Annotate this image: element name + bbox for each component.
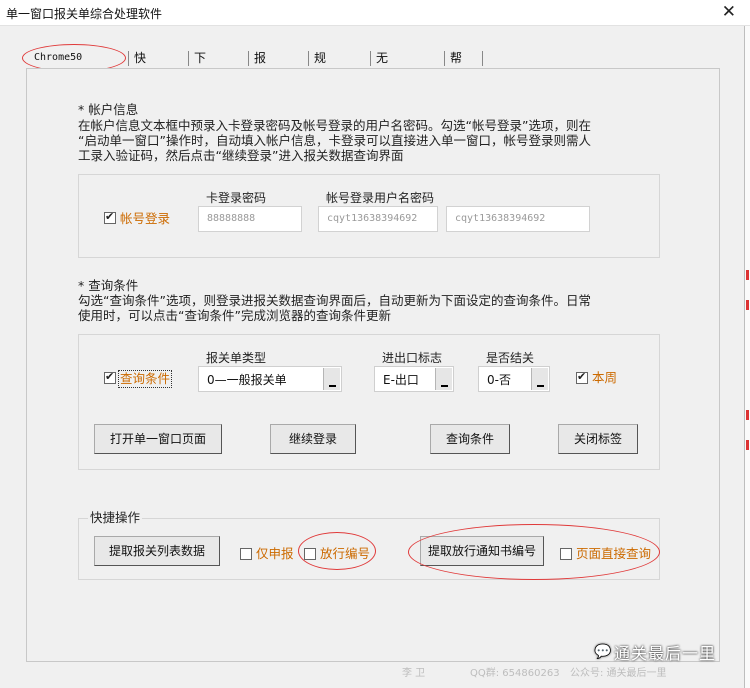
tab-paperless[interactable]: 无纸化处理 <box>374 48 390 145</box>
query-desc-line1: 勾选“查询条件”选项，则登录进报关数据查询界面后，自动更新为下面设定的查询条件。… <box>78 293 591 308</box>
query-condition-checkbox-label: 查询条件 <box>118 370 173 388</box>
tab-divider <box>308 51 309 66</box>
tab-divider <box>370 51 371 66</box>
edge-mark <box>746 410 749 420</box>
query-desc-line2: 使用时，可以点击“查询条件”完成浏览器的查询条件更新 <box>78 308 391 323</box>
customs-closed-value: 0-否 <box>487 373 511 387</box>
continue-login-button[interactable]: 继续登录 <box>270 424 356 454</box>
annotation-circle <box>408 524 660 580</box>
tab-divider <box>482 51 483 66</box>
footer-qq: QQ群: 654860263 <box>470 668 560 679</box>
card-password-field[interactable]: 88888888 <box>198 206 302 232</box>
right-edge <box>744 26 750 688</box>
wechat-icon: 💬 <box>594 644 612 660</box>
this-week-checkbox[interactable] <box>576 370 588 384</box>
tab-declare-status[interactable]: 报关状态 <box>252 48 268 125</box>
watermark: 通关最后一里 <box>614 644 717 663</box>
card-password-label: 卡登录密码 <box>206 191 267 205</box>
tab-divider <box>128 51 129 66</box>
only-declare-checkbox[interactable] <box>240 548 252 560</box>
tab-divider <box>188 51 189 66</box>
account-desc-line1: 在帐户信息文本框中预录入卡登录密码及帐号登录的用户名密码。勾选“帐号登录”选项，… <box>78 118 591 133</box>
this-week-label: 本周 <box>592 370 618 385</box>
close-icon[interactable]: ✕ <box>722 2 736 22</box>
extract-list-button[interactable]: 提取报关列表数据 <box>94 536 220 566</box>
tab-divider <box>444 51 445 66</box>
only-declare-label: 仅申报 <box>256 546 294 561</box>
tab-standard-declare[interactable]: 规范申报 <box>312 48 328 125</box>
query-heading: * 查询条件 <box>78 278 139 293</box>
account-login-checkbox[interactable] <box>104 210 116 224</box>
account-desc-line3: 工录入验证码，然后点击“继续登录”进入报关数据查询界面 <box>78 148 404 163</box>
customs-closed-select[interactable]: 0-否 <box>478 366 550 392</box>
import-export-select[interactable]: E-出口 <box>374 366 454 392</box>
declaration-type-select[interactable]: 0—一般报关单 <box>198 366 342 392</box>
annotation-circle <box>298 532 376 570</box>
declaration-type-label: 报关单类型 <box>206 351 267 365</box>
username-field[interactable]: cqyt13638394692 <box>318 206 438 232</box>
footer-public-account: 公众号: 通关最后一里 <box>570 668 667 679</box>
import-export-label: 进出口标志 <box>382 351 443 365</box>
account-login-checkbox-label: 帐号登录 <box>120 211 171 226</box>
title-bar: 单一窗口报关单综合处理软件 ✕ <box>0 0 750 26</box>
password-field[interactable]: cqyt13638394692 <box>446 206 590 232</box>
account-login-label: 帐号登录用户名密码 <box>326 191 435 205</box>
tab-divider <box>248 51 249 66</box>
query-condition-checkbox[interactable] <box>104 370 116 384</box>
tab-quick-register[interactable]: 快速登记 <box>132 48 148 125</box>
import-export-value: E-出口 <box>383 373 419 387</box>
edge-mark <box>746 270 749 280</box>
declaration-type-value: 0—一般报关单 <box>207 373 287 387</box>
tab-download-print[interactable]: 下载打印 <box>192 48 208 125</box>
open-single-window-button[interactable]: 打开单一窗口页面 <box>94 424 222 454</box>
edge-mark <box>746 440 749 450</box>
dropdown-button[interactable] <box>531 368 548 390</box>
account-heading: * 帐户信息 <box>78 102 139 117</box>
edge-mark <box>746 300 749 310</box>
footer-author: 李 卫 <box>402 668 426 679</box>
customs-closed-label: 是否结关 <box>486 351 535 365</box>
window-title: 单一窗口报关单综合处理软件 <box>6 7 163 21</box>
quick-ops-heading: 快捷操作 <box>88 510 143 526</box>
close-tab-button[interactable]: 关闭标签 <box>558 424 638 454</box>
dropdown-button[interactable] <box>435 368 452 390</box>
query-condition-button[interactable]: 查询条件 <box>430 424 510 454</box>
account-desc-line2: “启动单一窗口”操作时，自动填入帐户信息，卡登录可以直接进入单一窗口，帐号登录则… <box>78 133 591 148</box>
tab-help[interactable]: 帮助 <box>448 48 464 85</box>
dropdown-button[interactable] <box>323 368 340 390</box>
